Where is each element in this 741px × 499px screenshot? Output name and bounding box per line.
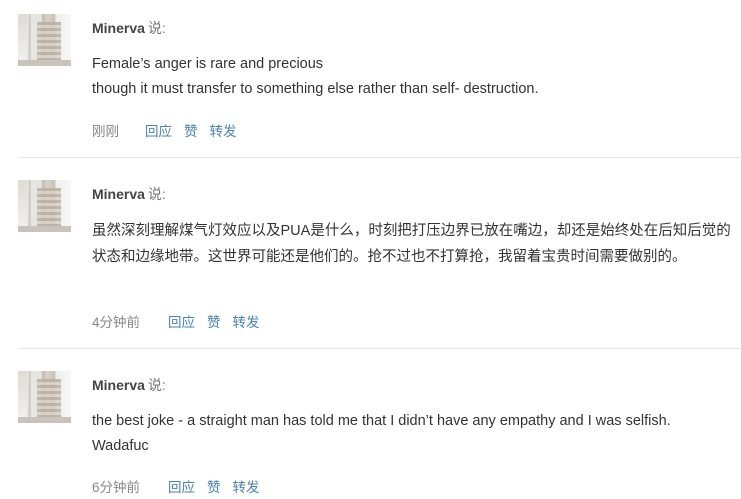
says-label: 说: — [147, 377, 166, 393]
avatar[interactable] — [18, 14, 71, 66]
like-link[interactable]: 赞 — [207, 315, 221, 330]
timestamp: 4分钟前 — [92, 315, 141, 330]
comment-line: the best joke - a straight man has told … — [92, 413, 671, 429]
reply-link[interactable]: 回应 — [168, 480, 195, 495]
comment-text: Female’s anger is rare and precious thou… — [92, 52, 741, 101]
comment-line: though it must transfer to something els… — [92, 80, 539, 97]
avatar[interactable] — [18, 180, 71, 232]
comment-meta: 4分钟前 回应赞转发 — [92, 311, 272, 331]
author-name[interactable]: Minerva — [92, 20, 145, 36]
reply-link[interactable]: 回应 — [168, 315, 195, 330]
says-label: 说: — [147, 186, 166, 202]
like-link[interactable]: 赞 — [184, 124, 198, 139]
comment-meta: 6分钟前 回应赞转发 — [92, 476, 272, 496]
says-label: 说: — [147, 20, 166, 36]
comment-meta: 刚刚 回应赞转发 — [92, 120, 249, 140]
comment-text: the best joke - a straight man has told … — [92, 409, 741, 458]
avatar[interactable] — [18, 371, 71, 423]
comment-line: Wadafuc — [92, 437, 149, 454]
like-link[interactable]: 赞 — [207, 480, 221, 495]
reply-link[interactable]: 回应 — [145, 124, 172, 139]
comment-header: Minerva 说: — [92, 375, 166, 395]
comment-line: 虽然深刻理解煤气灯效应以及PUA是什么，时刻把打压边界已放在嘴边，却还是始终处在… — [92, 223, 731, 265]
share-link[interactable]: 转发 — [210, 124, 237, 139]
comment-line: Female’s anger is rare and precious — [92, 56, 324, 72]
comment-text: 虽然深刻理解煤气灯效应以及PUA是什么，时刻把打压边界已放在嘴边，却还是始终处在… — [92, 218, 741, 270]
timestamp: 6分钟前 — [92, 480, 141, 495]
timestamp: 刚刚 — [92, 124, 119, 139]
share-link[interactable]: 转发 — [233, 480, 260, 495]
comment-header: Minerva 说: — [92, 18, 166, 38]
author-name[interactable]: Minerva — [92, 186, 145, 202]
divider — [18, 157, 741, 158]
author-name[interactable]: Minerva — [92, 377, 145, 393]
comment-header: Minerva 说: — [92, 184, 166, 204]
divider — [18, 348, 741, 349]
share-link[interactable]: 转发 — [233, 315, 260, 330]
